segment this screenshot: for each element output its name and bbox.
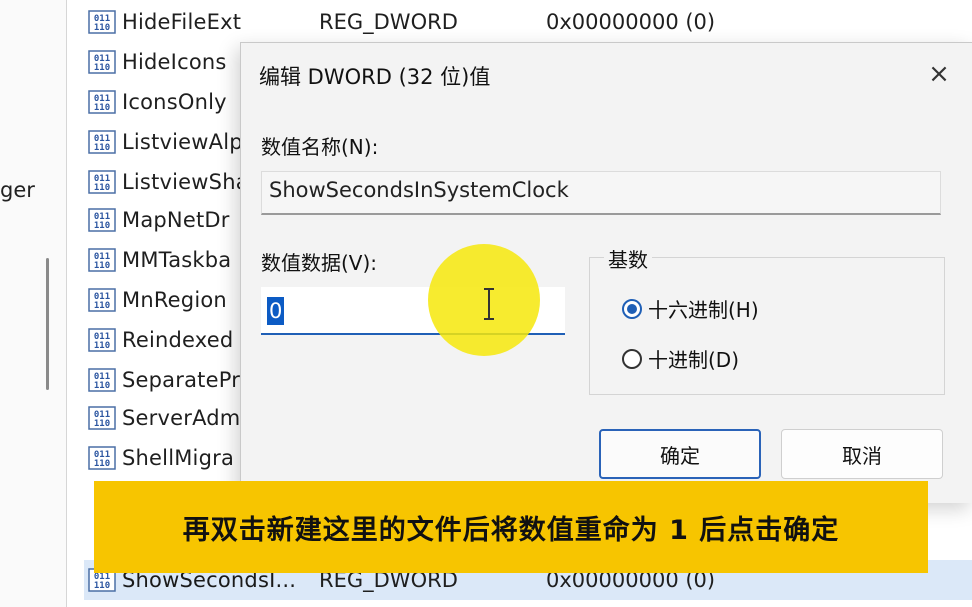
svg-text:110: 110: [94, 221, 110, 231]
caption-banner: 再双击新建这里的文件后将数值重命为 1 后点击确定: [94, 481, 928, 573]
svg-text:110: 110: [94, 143, 110, 153]
edit-dword-dialog: 编辑 DWORD (32 位)值 × 数值名称(N): ShowSecondsI…: [240, 42, 972, 503]
radio-decimal[interactable]: 十进制(D): [622, 344, 739, 373]
value-name: MapNetDr: [122, 208, 230, 232]
ok-button[interactable]: 确定: [599, 429, 761, 479]
reg-binary-icon: 011110: [88, 248, 116, 272]
base-group: 基数 十六进制(H) 十进制(D): [589, 244, 945, 395]
tree-scrollbar[interactable]: [46, 258, 49, 390]
value-name: IconsOnly: [122, 90, 227, 114]
reg-binary-icon: 011110: [88, 208, 116, 232]
pane-divider[interactable]: [66, 0, 67, 607]
svg-text:110: 110: [94, 459, 110, 469]
svg-text:110: 110: [94, 23, 110, 33]
tree-item-label[interactable]: ger: [0, 178, 35, 202]
tree-pane: ger: [0, 0, 66, 607]
value-data-label: 数值数据(V):: [261, 251, 378, 275]
svg-text:110: 110: [94, 381, 110, 391]
value-name: HideIcons: [122, 50, 227, 74]
value-type: REG_DWORD: [319, 10, 458, 34]
value-name: SeparatePr: [122, 368, 241, 392]
text-cursor-icon: [484, 288, 494, 320]
reg-binary-icon: 011110: [88, 406, 116, 430]
reg-binary-icon: 011110: [88, 170, 116, 194]
radio-decimal-label: 十进制(D): [648, 348, 740, 372]
radio-selected-icon: [622, 298, 642, 319]
svg-text:110: 110: [94, 341, 110, 351]
caption-text: 再双击新建这里的文件后将数值重命为 1 后点击确定: [182, 514, 840, 546]
value-name: MMTaskba: [122, 248, 232, 272]
reg-binary-icon: 011110: [88, 90, 116, 114]
value-name: HideFileExt: [122, 10, 242, 34]
value-data: 0x00000000 (0): [546, 10, 716, 34]
dialog-title: 编辑 DWORD (32 位)值: [259, 65, 491, 89]
radio-empty-icon: [622, 348, 642, 369]
value-name: ShellMigra: [122, 446, 235, 470]
value-name: ServerAdm: [122, 406, 241, 430]
base-label: 基数: [604, 244, 652, 273]
radio-hex[interactable]: 十六进制(H): [622, 294, 759, 323]
value-name-label: 数值名称(N):: [261, 135, 379, 159]
svg-text:110: 110: [94, 581, 110, 591]
reg-binary-icon: 011110: [88, 328, 116, 352]
svg-text:110: 110: [94, 63, 110, 73]
cancel-button[interactable]: 取消: [781, 429, 943, 479]
value-name: ListviewSha: [122, 170, 249, 194]
close-icon[interactable]: ×: [919, 57, 959, 91]
reg-binary-icon: 011110: [88, 288, 116, 312]
svg-text:110: 110: [94, 261, 110, 271]
svg-text:110: 110: [94, 183, 110, 193]
reg-binary-icon: 011110: [88, 446, 116, 470]
reg-binary-icon: 011110: [88, 50, 116, 74]
value-name-field: ShowSecondsInSystemClock: [261, 171, 941, 215]
reg-binary-icon: 011110: [88, 130, 116, 154]
radio-hex-label: 十六进制(H): [648, 298, 759, 322]
svg-text:110: 110: [94, 419, 110, 429]
value-name: ListviewAlp: [122, 130, 243, 154]
value-name: MnRegion: [122, 288, 227, 312]
reg-binary-icon: 011110: [88, 10, 116, 34]
svg-text:110: 110: [94, 301, 110, 311]
value-data-text: 0: [267, 297, 285, 325]
value-name: Reindexed: [122, 328, 234, 352]
list-item[interactable]: 011 110 HideFileExt REG_DWORD 0x00000000 …: [84, 2, 972, 42]
reg-binary-icon: 011110: [88, 368, 116, 392]
svg-text:110: 110: [94, 103, 110, 113]
